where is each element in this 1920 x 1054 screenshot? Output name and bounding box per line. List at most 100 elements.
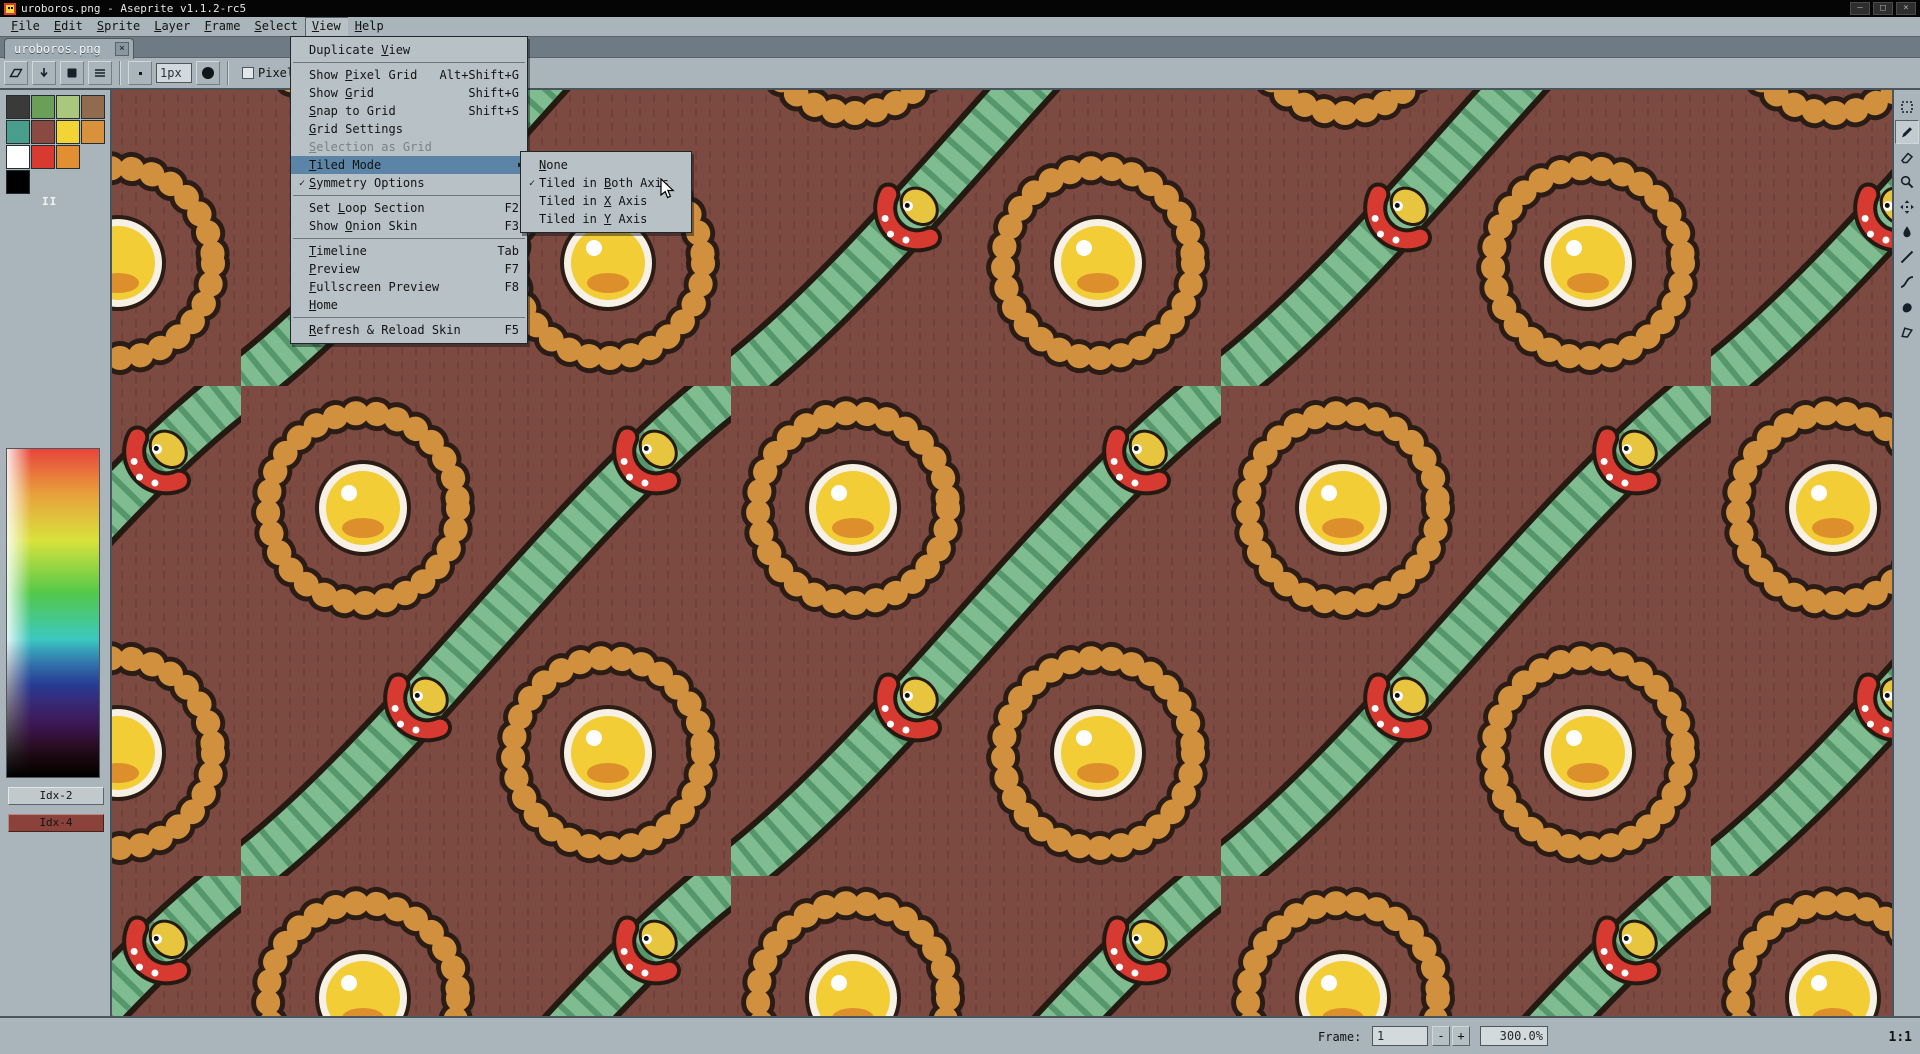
menu-item-label: Snap to Grid: [309, 104, 396, 118]
palette-swatch-10[interactable]: [56, 145, 80, 169]
pencil-tool-button[interactable]: [1895, 120, 1919, 144]
zoom-input[interactable]: [1480, 1026, 1548, 1046]
menu-item-label: Selection as Grid: [309, 140, 432, 154]
move-icon: [1899, 199, 1915, 215]
menu-edit[interactable]: Edit: [47, 17, 90, 36]
context-bar: Pixel-perfect: [0, 58, 1920, 90]
move-tool-button[interactable]: [1895, 195, 1919, 219]
curve-icon: [1899, 274, 1915, 290]
palette-index-marker: II: [42, 195, 57, 208]
menu-separator: [293, 238, 525, 239]
menu-item-shortcut: Alt+Shift+G: [428, 68, 519, 82]
menu-item-label: Home: [309, 298, 338, 312]
frame-increment-button[interactable]: +: [1452, 1026, 1470, 1046]
menu-item-tiled-mode[interactable]: Tiled Mode▶: [291, 156, 527, 174]
menu-item-grid-settings[interactable]: Grid Settings: [291, 120, 527, 138]
tab-close-icon[interactable]: ×: [115, 42, 129, 56]
separator: [227, 61, 229, 85]
color-spectrum-picker[interactable]: [6, 448, 100, 778]
menu-item-snap-to-grid[interactable]: Snap to GridShift+S: [291, 102, 527, 120]
palette-edit-button[interactable]: [4, 61, 28, 85]
palette-presets-button[interactable]: [60, 61, 84, 85]
menu-item-shortcut: Shift+G: [456, 86, 519, 100]
menu-item-set-loop-section[interactable]: Set Loop SectionF2: [291, 199, 527, 217]
menu-item-label: Show Grid: [309, 86, 374, 100]
square-icon: [64, 65, 80, 81]
zoom-tool-button[interactable]: [1895, 170, 1919, 194]
background-color-button[interactable]: Idx-4: [8, 814, 104, 832]
title-bar: uroboros.png - Aseprite v1.1.2-rc5 – □ ×: [0, 0, 1920, 17]
eraser-tool-button[interactable]: [1895, 145, 1919, 169]
menu-item-tiled-in-y-axis[interactable]: Tiled in Y Axis: [521, 210, 691, 228]
palette-swatch-3[interactable]: [81, 95, 105, 119]
curve-tool-button[interactable]: [1895, 270, 1919, 294]
tab-uroboros[interactable]: uroboros.png ×: [4, 38, 134, 59]
menu-item-label: Tiled in Both Axis: [539, 176, 669, 190]
menu-item-fullscreen-preview[interactable]: Fullscreen PreviewF8: [291, 278, 527, 296]
menu-sprite[interactable]: Sprite: [90, 17, 147, 36]
menu-item-show-onion-skin[interactable]: Show Onion SkinF3: [291, 217, 527, 235]
menu-frame[interactable]: Frame: [197, 17, 247, 36]
palette-swatch-1[interactable]: [31, 95, 55, 119]
palette-swatch-4[interactable]: [6, 120, 30, 144]
menu-item-show-pixel-grid[interactable]: Show Pixel GridAlt+Shift+G: [291, 66, 527, 84]
palette-swatch-2[interactable]: [56, 95, 80, 119]
line-tool-button[interactable]: [1895, 245, 1919, 269]
palette-options-button[interactable]: [88, 61, 112, 85]
brush-preview-button[interactable]: [128, 61, 152, 85]
menu-item-label: Grid Settings: [309, 122, 403, 136]
menu-select[interactable]: Select: [247, 17, 304, 36]
menu-lines-icon: [92, 65, 108, 81]
menu-item-show-grid[interactable]: Show Grid Shift+G: [291, 84, 527, 102]
menu-item-label: Symmetry Options: [309, 176, 425, 190]
eyedropper-tool-button[interactable]: [1895, 220, 1919, 244]
app-icon: [4, 3, 16, 15]
contour-tool-button[interactable]: [1895, 320, 1919, 344]
rectangular-marquee-tool-button[interactable]: [1895, 95, 1919, 119]
brush-shape-button[interactable]: [196, 61, 220, 85]
palette-swatch-7[interactable]: [81, 120, 105, 144]
minimize-button[interactable]: –: [1850, 2, 1870, 15]
palette-swatch-12[interactable]: [6, 170, 30, 194]
pixel-perfect-checkbox[interactable]: [242, 67, 254, 79]
palette-swatch-6[interactable]: [56, 120, 80, 144]
menu-item-label: Fullscreen Preview: [309, 280, 439, 294]
palette-sort-button[interactable]: [32, 61, 56, 85]
window-title: uroboros.png - Aseprite v1.1.2-rc5: [21, 2, 246, 15]
zoom-ratio-label: 1:1: [1889, 1030, 1912, 1045]
palette-grid: [6, 95, 106, 194]
menu-layer[interactable]: Layer: [147, 17, 197, 36]
menu-item-duplicate-view[interactable]: Duplicate View: [291, 41, 527, 59]
palette-swatch-0[interactable]: [6, 95, 30, 119]
menu-item-refresh-reload-skin[interactable]: Refresh & Reload SkinF5: [291, 321, 527, 339]
brush-size-input[interactable]: [156, 63, 192, 83]
menu-view[interactable]: View: [305, 17, 348, 36]
menu-file[interactable]: File: [4, 17, 47, 36]
menu-item-shortcut: F5: [493, 323, 519, 337]
tool-panel: [1892, 90, 1920, 1016]
menu-bar: FileEditSpriteLayerFrameSelectViewHelp: [0, 17, 1920, 36]
menu-item-home[interactable]: Home: [291, 296, 527, 314]
menu-item-shortcut: F2: [493, 201, 519, 215]
palette-swatch-5[interactable]: [31, 120, 55, 144]
palette-swatch-9[interactable]: [31, 145, 55, 169]
status-bar: Frame: - + 1:1: [0, 1016, 1920, 1054]
close-button[interactable]: ×: [1896, 2, 1916, 15]
palette-edit-icon: [8, 65, 24, 81]
tab-bar: uroboros.png ×: [0, 36, 1920, 58]
menu-item-label: None: [539, 158, 568, 172]
frame-input[interactable]: [1372, 1026, 1428, 1046]
maximize-button[interactable]: □: [1873, 2, 1893, 15]
menu-item-none[interactable]: None: [521, 156, 691, 174]
eyedropper-icon: [1899, 224, 1915, 240]
foreground-color-button[interactable]: Idx-2: [8, 787, 104, 805]
brush-tool-button[interactable]: [1895, 295, 1919, 319]
frame-decrement-button[interactable]: -: [1432, 1026, 1450, 1046]
menu-item-label: Timeline: [309, 244, 367, 258]
menu-help[interactable]: Help: [348, 17, 391, 36]
menu-item-preview[interactable]: PreviewF7: [291, 260, 527, 278]
menu-item-symmetry-options[interactable]: ✓Symmetry Options: [291, 174, 527, 192]
frame-label: Frame:: [1318, 1030, 1361, 1044]
menu-item-timeline[interactable]: TimelineTab: [291, 242, 527, 260]
palette-swatch-8[interactable]: [6, 145, 30, 169]
